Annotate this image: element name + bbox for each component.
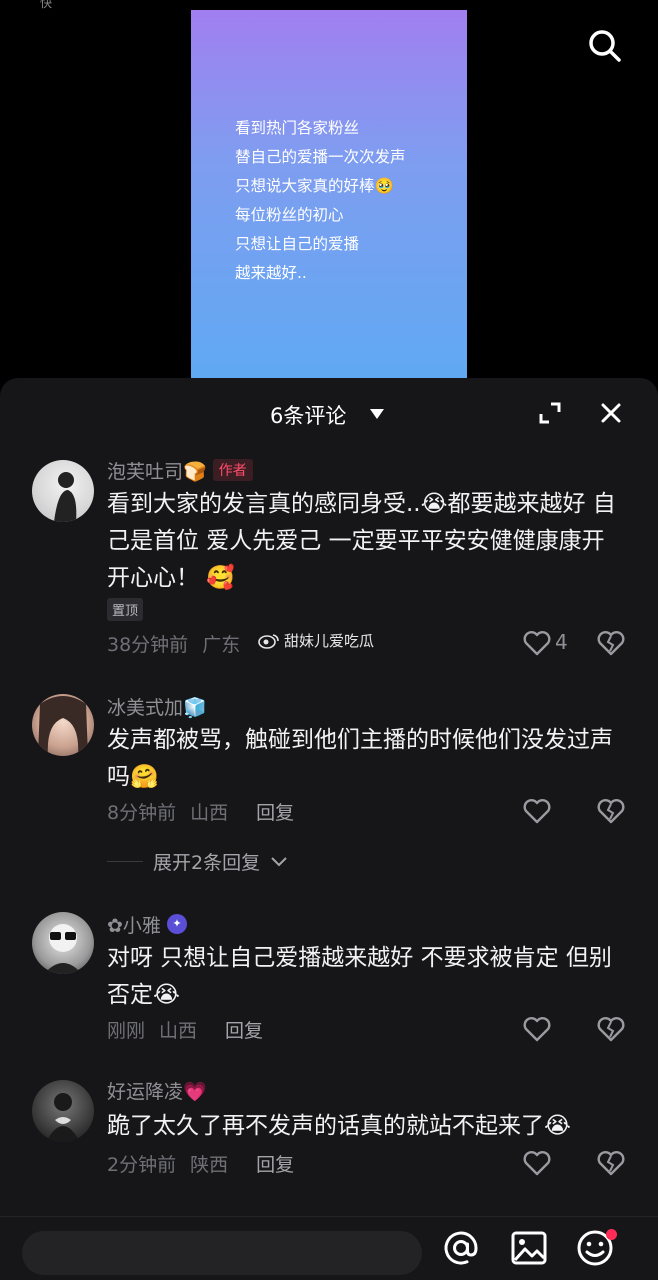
comment-meta: 2分钟前 陕西 回复 xyxy=(107,1150,294,1177)
expand-icon[interactable] xyxy=(535,398,565,428)
comment-meta: 8分钟前 山西 回复 xyxy=(107,798,294,825)
level-badge-icon: ✦ xyxy=(166,914,187,934)
avatar[interactable] xyxy=(32,912,94,974)
username-row: 泡芙吐司🍞 作者 xyxy=(107,456,253,484)
comment-text[interactable]: 对呀 只想让自己爱播越来越好 不要求被肯定 但别否定😭 xyxy=(107,940,627,1014)
comment-text[interactable]: 跪了太久了再不发声的话真的就站不起来了😭 xyxy=(107,1108,627,1145)
video-caption-line: 替自己的爱播一次次发声 xyxy=(235,148,406,166)
comment-time: 8分钟前 xyxy=(107,802,177,824)
username-row: 冰美式加🧊 xyxy=(107,692,207,720)
like-heart-icon[interactable] xyxy=(522,630,552,656)
watermark-text: 甜妹儿爱吃瓜 xyxy=(284,632,375,650)
mention-at-icon[interactable] xyxy=(440,1227,482,1269)
reply-button[interactable]: 回复 xyxy=(225,1016,263,1043)
search-icon[interactable] xyxy=(585,26,625,66)
comment-text[interactable]: 发声都被骂，触碰到他们主播的时候他们没发过声吗🤗 xyxy=(107,722,627,796)
comment-location: 陕西 xyxy=(190,1154,229,1176)
expand-replies-label: 展开2条回复 xyxy=(153,852,261,874)
video-caption-line: 只想让自己的爱播 xyxy=(235,235,360,253)
video-card[interactable]: 看到热门各家粉丝替自己的爱播一次次发声 只想说大家真的好棒🥹 每位粉丝的初心 只想让自… xyxy=(191,10,467,382)
comment-meta: 刚刚 山西 回复 xyxy=(107,1016,263,1043)
expand-replies-button[interactable]: 展开2条回复 xyxy=(107,848,288,875)
comment-location: 山西 xyxy=(159,1020,198,1042)
comment-time: 38分钟前 xyxy=(107,634,189,656)
comments-header: 6条评论 xyxy=(0,378,658,448)
avatar[interactable] xyxy=(32,694,94,756)
comment-location: 山西 xyxy=(190,802,229,824)
video-caption-line: 看到热门各家粉丝 xyxy=(235,119,360,137)
comment-count-title[interactable]: 6条评论 xyxy=(270,400,346,430)
close-icon[interactable] xyxy=(596,398,626,428)
comment-text[interactable]: 看到大家的发言真的感同身受..😭都要越来越好 自己是首位 爱人先爱己 一定要平平… xyxy=(107,486,627,597)
like-heart-icon[interactable] xyxy=(522,1016,552,1042)
caret-down-icon[interactable] xyxy=(370,409,384,419)
dislike-broken-heart-icon[interactable] xyxy=(596,798,626,824)
video-caption: 看到热门各家粉丝替自己的爱播一次次发声 只想说大家真的好棒🥹 每位粉丝的初心 只想让自… xyxy=(235,114,406,288)
comments-sheet: 6条评论 泡芙吐司🍞 作者 看到大家的发言真的感同身受..😭都要越来越好 自己是… xyxy=(0,378,658,1280)
weibo-watermark: 甜妹儿爱吃瓜 xyxy=(258,630,374,651)
author-badge: 作者 xyxy=(212,459,253,481)
chevron-down-icon xyxy=(271,856,287,866)
username[interactable]: 好运降凌💗 xyxy=(107,1077,207,1104)
comment-time: 刚刚 xyxy=(107,1020,146,1042)
video-caption-line: 只想说大家真的好棒🥹 xyxy=(235,177,394,195)
dislike-broken-heart-icon[interactable] xyxy=(596,630,626,656)
username[interactable]: 冰美式加🧊 xyxy=(107,693,207,720)
comment-time: 2分钟前 xyxy=(107,1154,177,1176)
dislike-broken-heart-icon[interactable] xyxy=(596,1016,626,1042)
divider xyxy=(107,861,143,862)
like-heart-icon[interactable] xyxy=(522,1150,552,1176)
video-caption-line: 越来越好.. xyxy=(235,264,307,282)
avatar[interactable] xyxy=(32,460,94,522)
comment-meta: 38分钟前 广东 xyxy=(107,630,240,657)
status-bar-text: 快 xyxy=(40,0,53,10)
video-caption-line: 每位粉丝的初心 xyxy=(235,206,344,224)
avatar[interactable] xyxy=(32,1080,94,1142)
comment-location: 广东 xyxy=(202,634,241,656)
notification-dot xyxy=(606,1229,617,1240)
weibo-icon xyxy=(258,633,279,649)
reply-button[interactable]: 回复 xyxy=(256,798,294,825)
reply-button[interactable]: 回复 xyxy=(256,1150,294,1177)
comment-input-bar xyxy=(0,1216,658,1280)
pinned-badge: 置顶 xyxy=(107,598,144,621)
dislike-broken-heart-icon[interactable] xyxy=(596,1150,626,1176)
image-icon[interactable] xyxy=(508,1227,550,1269)
username[interactable]: 泡芙吐司🍞 xyxy=(107,457,207,484)
username-row: ✿小雅 ✦ xyxy=(107,910,187,938)
like-count: 4 xyxy=(555,630,568,654)
comment-input[interactable] xyxy=(22,1231,422,1275)
video-area[interactable]: 快 看到热门各家粉丝替自己的爱播一次次发声 只想说大家真的好棒🥹 每位粉丝的初心 只想… xyxy=(0,0,658,390)
username-row: 好运降凌💗 xyxy=(107,1076,207,1104)
username[interactable]: ✿小雅 xyxy=(107,911,161,938)
like-heart-icon[interactable] xyxy=(522,798,552,824)
